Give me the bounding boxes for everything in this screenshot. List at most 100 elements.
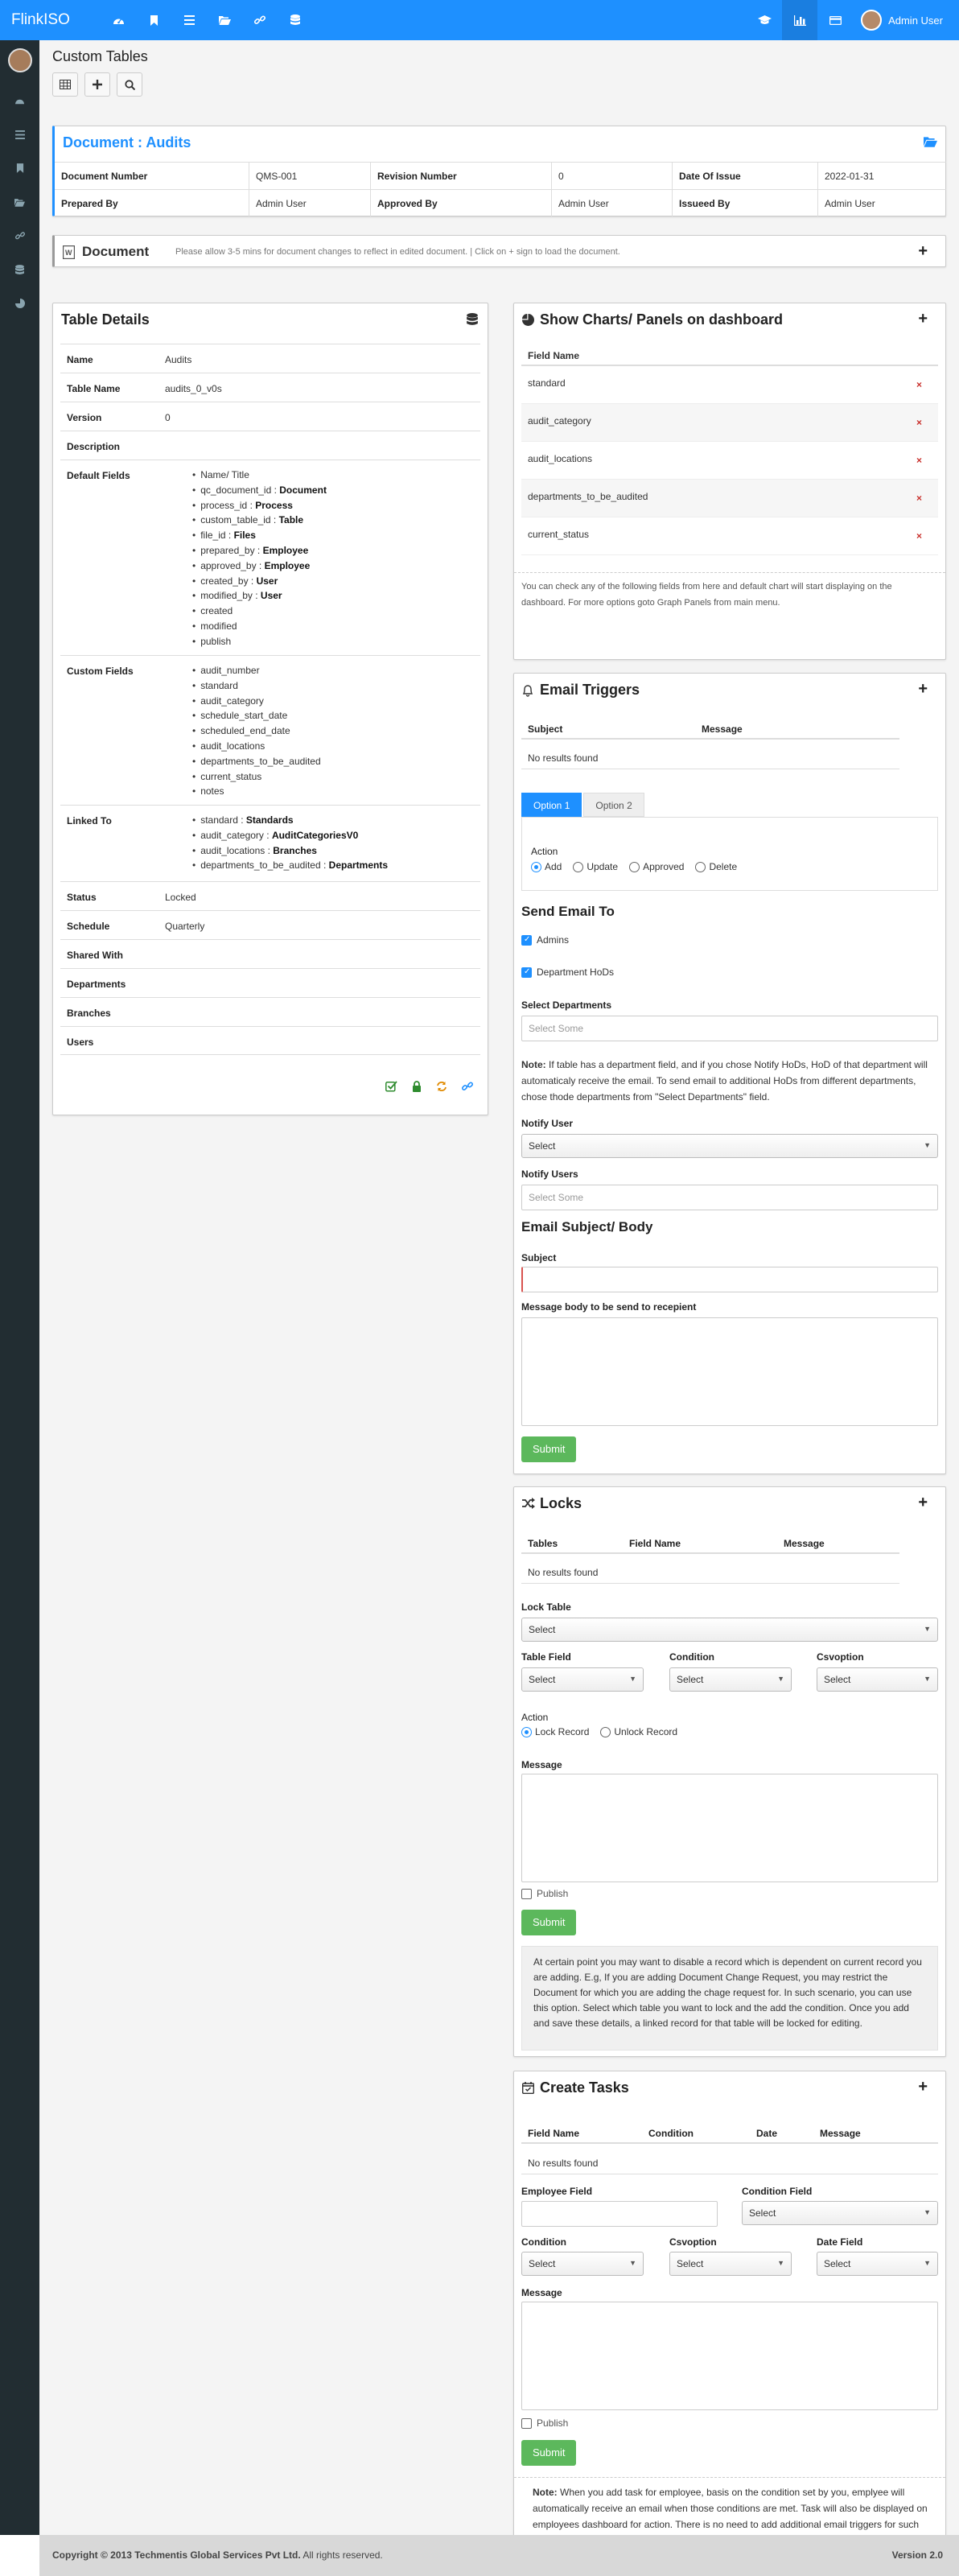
add-email-trigger-button[interactable]: + <box>918 680 928 699</box>
copyright: Copyright © 2013 Techmentis Global Servi… <box>52 2549 383 2561</box>
dashboard-icon[interactable] <box>101 0 136 40</box>
col-message: Message <box>702 723 743 735</box>
search-button[interactable] <box>117 72 142 97</box>
option-tab-pane: Action Add Update Approved Delete <box>521 817 938 891</box>
graduation-cap-icon[interactable] <box>747 0 782 40</box>
table-view-button[interactable] <box>52 72 78 97</box>
caret-down-icon: ▼ <box>924 2208 931 2216</box>
database-icon[interactable] <box>278 0 313 40</box>
task-date-field-select[interactable]: Select ▼ <box>817 2252 938 2276</box>
no-results-text: No results found <box>528 1567 599 1578</box>
sidebar-item-bookmark[interactable] <box>0 151 39 185</box>
chart-field-row: standard × <box>521 366 938 404</box>
detail-row-users: Users <box>60 1026 480 1055</box>
sidebar-item-dashboard[interactable] <box>0 84 39 117</box>
list-icon[interactable] <box>171 0 207 40</box>
condition-field-select[interactable]: Select ▼ <box>742 2201 938 2225</box>
bar-chart-icon[interactable] <box>782 0 818 40</box>
select-departments-input[interactable]: Select Some <box>521 1016 938 1041</box>
lock-message-textarea[interactable] <box>521 1774 938 1882</box>
message-body-textarea[interactable] <box>521 1317 938 1426</box>
notice-text: Please allow 3-5 mins for document chang… <box>175 247 620 257</box>
check-square-icon[interactable] <box>385 1081 397 1092</box>
action-delete-radio[interactable]: Delete <box>695 861 737 873</box>
task-publish-checkbox[interactable]: Publish <box>521 2417 568 2430</box>
custom-fields-list: audit_numberstandardaudit_categoryschedu… <box>192 663 320 799</box>
add-button[interactable] <box>84 72 110 97</box>
tab-option-2[interactable]: Option 2 <box>583 793 644 817</box>
submit-task-button[interactable]: Submit <box>521 2440 577 2466</box>
link-icon[interactable] <box>242 0 278 40</box>
task-csvoption-select[interactable]: Select ▼ <box>669 2252 792 2276</box>
remove-icon[interactable]: × <box>916 417 922 428</box>
task-condition-select[interactable]: Select ▼ <box>521 2252 644 2276</box>
sidebar-item-folder[interactable] <box>0 185 39 219</box>
add-chart-button[interactable]: + <box>918 310 928 328</box>
csvoption-select[interactable]: Select ▼ <box>817 1667 938 1692</box>
employee-field-input[interactable] <box>521 2201 718 2227</box>
folder-open-icon[interactable] <box>207 0 242 40</box>
database-icon[interactable] <box>467 313 478 326</box>
department-hods-checkbox[interactable]: Department HoDs <box>521 967 614 979</box>
sidebar-item-database[interactable] <box>0 253 39 286</box>
calendar-check-icon <box>522 2082 534 2094</box>
folder-open-icon <box>14 198 25 207</box>
unlock-record-radio[interactable]: Unlock Record <box>600 1726 677 1738</box>
doc-value: QMS-001 <box>249 163 371 189</box>
detail-row-description: Description <box>60 431 480 460</box>
remove-icon[interactable]: × <box>916 455 922 466</box>
col-field-name: Field Name <box>528 2128 580 2139</box>
notify-users-input[interactable]: Select Some <box>521 1185 938 1210</box>
sidebar-avatar[interactable] <box>7 48 32 72</box>
condition-select[interactable]: Select ▼ <box>669 1667 792 1692</box>
action-approved-radio[interactable]: Approved <box>629 861 684 873</box>
task-message-textarea[interactable] <box>521 2302 938 2410</box>
submit-email-trigger-button[interactable]: Submit <box>521 1436 577 1462</box>
remove-icon[interactable]: × <box>916 493 922 504</box>
sidebar-item-pie-chart[interactable] <box>0 286 39 320</box>
field-list-item: audit_category : AuditCategoriesV0 <box>192 828 388 843</box>
document-panel: Document : Audits Document Number QMS-00… <box>52 126 946 217</box>
submit-lock-button[interactable]: Submit <box>521 1910 577 1935</box>
dashboard-icon <box>15 99 24 104</box>
brand-logo[interactable]: FlinkISO <box>11 11 70 29</box>
add-lock-button[interactable]: + <box>918 1494 928 1512</box>
document-notice-panel: W Document Please allow 3-5 mins for doc… <box>52 235 946 267</box>
lock-publish-checkbox[interactable]: Publish <box>521 1888 568 1900</box>
lock-table-label: Lock Table <box>521 1601 571 1613</box>
tab-option-1[interactable]: Option 1 <box>521 793 582 817</box>
field-list-item: standard : Standards <box>192 813 388 828</box>
sidebar-item-link[interactable] <box>0 219 39 253</box>
table-field-select[interactable]: Select ▼ <box>521 1667 644 1692</box>
remove-icon[interactable]: × <box>916 379 922 390</box>
action-update-radio[interactable]: Update <box>573 861 618 873</box>
add-task-button[interactable]: + <box>918 2078 928 2096</box>
load-document-button[interactable]: + <box>918 242 928 261</box>
lock-table-select[interactable]: Select ▼ <box>521 1618 938 1642</box>
link-icon[interactable] <box>462 1081 473 1092</box>
remove-icon[interactable]: × <box>916 530 922 542</box>
top-navbar: FlinkISO Admin User <box>0 0 959 40</box>
notify-user-select[interactable]: Select ▼ <box>521 1134 938 1158</box>
user-menu[interactable]: Admin User <box>853 10 959 31</box>
field-list-item: custom_table_id : Table <box>192 513 327 528</box>
field-list-item: departments_to_be_audited <box>192 754 320 769</box>
sidebar-item-list[interactable] <box>0 117 39 151</box>
footer: Copyright © 2013 Techmentis Global Servi… <box>39 2535 959 2576</box>
bookmark-icon[interactable] <box>136 0 171 40</box>
credit-card-icon[interactable] <box>817 0 853 40</box>
folder-open-icon[interactable] <box>924 136 937 147</box>
doc-value: Admin User <box>825 198 875 209</box>
refresh-icon[interactable] <box>436 1081 447 1092</box>
subject-input[interactable] <box>521 1267 938 1292</box>
detail-label: Status <box>67 892 97 903</box>
admins-checkbox[interactable]: Admins <box>521 934 569 946</box>
field-list-item: created_by : User <box>192 574 327 589</box>
lock-action-radio-group: Lock Record Unlock Record <box>521 1726 677 1738</box>
action-add-radio[interactable]: Add <box>531 861 562 873</box>
detail-label: Default Fields <box>67 470 130 481</box>
doc-label: Prepared By <box>55 190 249 216</box>
lock-icon[interactable] <box>412 1081 422 1092</box>
lock-record-radio[interactable]: Lock Record <box>521 1726 589 1738</box>
charts-panel-title: Show Charts/ Panels on dashboard <box>540 311 784 328</box>
